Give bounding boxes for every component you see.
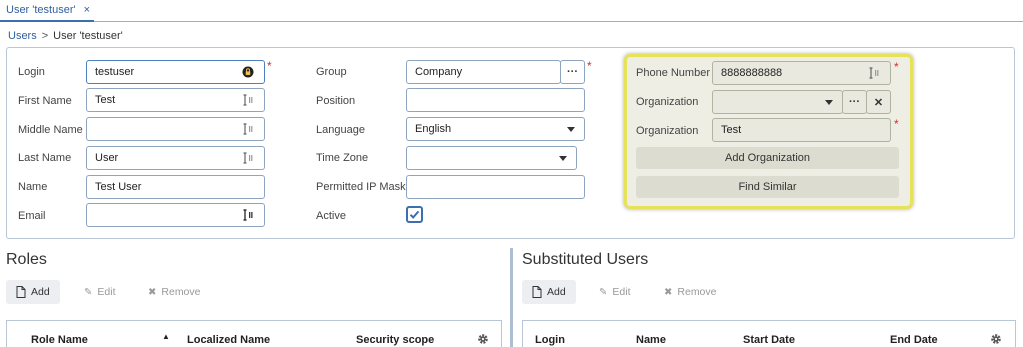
position-field[interactable] <box>406 88 585 112</box>
tab-bar: User 'testuser' × <box>0 0 1023 22</box>
substituted-remove-label: Remove <box>677 286 717 298</box>
login-value: testuser <box>95 66 135 78</box>
organization-text-field[interactable]: Test <box>712 118 891 142</box>
roles-title: Roles <box>6 251 47 268</box>
gear-icon[interactable] <box>990 333 1002 345</box>
permitted-ip-label: Permitted IP Mask <box>316 181 406 193</box>
substituted-col-start-date[interactable]: Start Date <box>743 334 795 346</box>
chevron-down-icon <box>825 100 833 105</box>
chevron-down-icon <box>559 156 567 161</box>
phone-label: Phone Number <box>636 67 710 79</box>
phone-value: 8888888888 <box>721 67 783 79</box>
substituted-users-table: Login Name Start Date End Date <box>522 320 1016 347</box>
substituted-edit-button[interactable]: ✎ Edit <box>599 280 630 304</box>
substituted-remove-button[interactable]: ✖ Remove <box>664 280 717 304</box>
breadcrumb-separator: > <box>41 30 49 42</box>
active-label: Active <box>316 210 346 222</box>
roles-edit-label: Edit <box>97 286 116 298</box>
login-field[interactable]: testuser <box>86 60 265 84</box>
first-name-value: Test <box>95 94 116 106</box>
cross-icon: ✖ <box>664 286 673 298</box>
breadcrumb-current: User 'testuser' <box>53 30 123 42</box>
permitted-ip-field[interactable] <box>406 175 585 199</box>
find-similar-button[interactable]: Find Similar <box>636 176 899 198</box>
chevron-down-icon <box>567 127 575 132</box>
organization-select[interactable] <box>712 90 843 114</box>
contact-panel: Phone Number 8888888888 * Organization ·… <box>624 54 913 209</box>
roles-col-localized-name[interactable]: Localized Name <box>187 334 270 346</box>
substituted-users-title: Substituted Users <box>522 251 649 268</box>
tab-title[interactable]: User 'testuser' <box>6 4 76 16</box>
tab-close-icon[interactable]: × <box>84 4 90 16</box>
substituted-col-name[interactable]: Name <box>636 334 666 346</box>
substituted-add-label: Add <box>547 286 566 298</box>
middle-name-field[interactable] <box>86 117 265 141</box>
email-label: Email <box>18 210 46 222</box>
organization-required-mark: * <box>894 117 899 131</box>
substituted-edit-label: Edit <box>612 286 631 298</box>
time-zone-label: Time Zone <box>316 152 369 164</box>
roles-remove-button[interactable]: ✖ Remove <box>148 280 201 304</box>
login-required-mark: * <box>267 59 272 73</box>
middle-name-label: Middle Name <box>18 124 83 136</box>
login-label: Login <box>18 66 45 78</box>
first-name-label: First Name <box>18 95 72 107</box>
roles-add-button[interactable]: Add <box>6 280 60 304</box>
group-required-mark: * <box>587 59 592 73</box>
organization-picker-button[interactable]: ··· <box>842 90 867 114</box>
cross-icon: ✖ <box>148 286 157 298</box>
text-cursor-icon <box>243 123 253 135</box>
language-select[interactable]: English <box>406 117 585 141</box>
position-label: Position <box>316 95 356 107</box>
organization-text-label: Organization <box>636 125 699 137</box>
sort-ascending-icon: ▲ <box>162 332 170 341</box>
pencil-icon: ✎ <box>599 286 608 298</box>
substituted-add-button[interactable]: Add <box>522 280 576 304</box>
breadcrumb: Users > User 'testuser' <box>8 30 123 42</box>
group-value: Company <box>415 66 463 78</box>
text-cursor-icon <box>869 67 879 79</box>
split-divider[interactable] <box>510 248 513 347</box>
group-field[interactable]: Company <box>406 60 561 84</box>
tab-user-testuser[interactable]: User 'testuser' × <box>0 0 94 22</box>
organization-text-value: Test <box>721 124 742 136</box>
group-label: Group <box>316 66 347 78</box>
roles-table: Role Name ▲ Localized Name Security scop… <box>6 320 502 347</box>
language-label: Language <box>316 124 365 136</box>
lock-icon <box>242 66 254 78</box>
name-label: Name <box>18 181 48 193</box>
time-zone-select[interactable] <box>406 146 577 170</box>
last-name-field[interactable]: User <box>86 146 265 170</box>
phone-field[interactable]: 8888888888 <box>712 61 891 85</box>
text-cursor-icon <box>243 152 253 164</box>
active-checkbox[interactable] <box>406 206 423 223</box>
name-value: Test User <box>95 181 142 193</box>
roles-remove-label: Remove <box>161 286 201 298</box>
substituted-col-login[interactable]: Login <box>535 334 565 346</box>
checkmark-icon <box>409 210 420 219</box>
first-name-field[interactable]: Test <box>86 88 265 112</box>
pencil-icon: ✎ <box>84 286 93 298</box>
file-icon <box>16 286 26 298</box>
text-cursor-icon <box>243 209 253 221</box>
phone-required-mark: * <box>894 60 899 74</box>
organization-clear-button[interactable]: ✕ <box>866 90 891 114</box>
file-icon <box>532 286 542 298</box>
roles-col-role-name[interactable]: Role Name <box>31 334 88 346</box>
group-picker-button[interactable]: ··· <box>560 60 585 84</box>
gear-icon[interactable] <box>477 333 489 345</box>
add-organization-button[interactable]: Add Organization <box>636 147 899 169</box>
roles-add-label: Add <box>31 286 50 298</box>
language-value: English <box>415 123 452 135</box>
name-field[interactable]: Test User <box>86 175 265 199</box>
email-field[interactable] <box>86 203 265 227</box>
text-cursor-icon <box>243 94 253 106</box>
substituted-col-end-date[interactable]: End Date <box>890 334 938 346</box>
last-name-value: User <box>95 152 119 164</box>
breadcrumb-users-link[interactable]: Users <box>8 30 37 42</box>
organization-select-label: Organization <box>636 96 699 108</box>
roles-edit-button[interactable]: ✎ Edit <box>84 280 115 304</box>
last-name-label: Last Name <box>18 152 72 164</box>
roles-col-security-scope[interactable]: Security scope <box>356 334 434 346</box>
